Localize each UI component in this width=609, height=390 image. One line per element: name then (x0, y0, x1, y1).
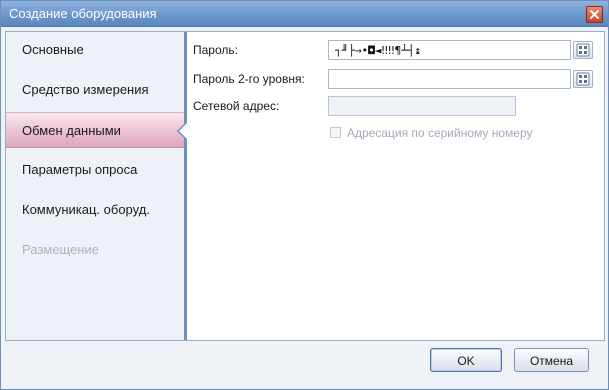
sidebar-item-communication-equipment[interactable]: Коммуникац. оборуд. (6, 192, 184, 228)
password-keyboard-button[interactable] (573, 41, 593, 59)
sidebar-item-polling-parameters[interactable]: Параметры опроса (6, 152, 184, 188)
window-title: Создание оборудования (9, 6, 157, 21)
sidebar-item-measuring-instrument[interactable]: Средство измерения (6, 72, 184, 108)
close-button[interactable] (586, 6, 603, 23)
content-panel: Основные Средство измерения Обмен данным… (5, 31, 605, 341)
virtual-keyboard-icon (576, 43, 590, 57)
network-address-field (328, 96, 516, 116)
sidebar-item-basic[interactable]: Основные (6, 32, 184, 68)
password2-label: Пароль 2-го уровня: (193, 72, 305, 86)
title-bar[interactable]: Создание оборудования (1, 1, 608, 27)
virtual-keyboard-icon (576, 72, 590, 86)
selection-notch-inner (179, 123, 187, 139)
sidebar-nav: Основные Средство измерения Обмен данным… (6, 32, 187, 340)
password-label: Пароль: (193, 43, 238, 57)
password2-keyboard-button[interactable] (573, 70, 593, 88)
sidebar-item-label: Обмен данными (22, 123, 121, 138)
serial-addressing-label: Адресация по серийному номеру (347, 126, 533, 140)
cancel-button[interactable]: Отмена (514, 348, 589, 372)
password2-field[interactable] (328, 69, 571, 89)
network-address-label: Сетевой адрес: (193, 99, 280, 113)
sidebar-item-data-exchange[interactable]: Обмен данными (6, 112, 187, 148)
serial-addressing-checkbox (330, 127, 341, 138)
ok-button[interactable]: OK (430, 348, 502, 372)
close-icon (590, 10, 599, 19)
dialog-window: Создание оборудования Основные Средство … (0, 0, 609, 390)
sidebar-item-placement: Размещение (22, 242, 99, 257)
password-field[interactable] (328, 40, 571, 60)
